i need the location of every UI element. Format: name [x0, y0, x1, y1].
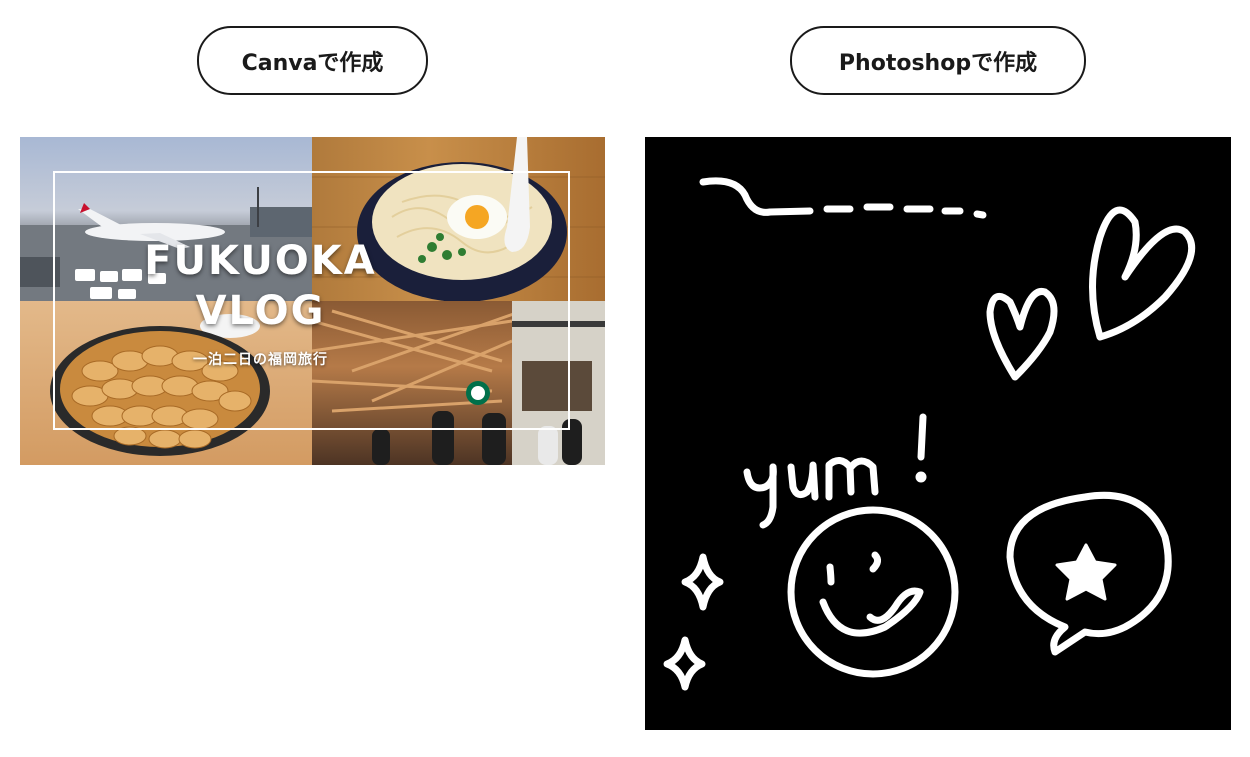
thumbnail-title-line1: FUKUOKA: [144, 238, 377, 284]
photoshop-label: Photoshopで作成: [790, 26, 1086, 95]
handwritten-yum: [743, 413, 927, 529]
heart-small-icon: [986, 287, 1058, 381]
heart-large-icon: [1089, 206, 1196, 341]
thumbnail-subtitle: 一泊二日の福岡旅行: [193, 352, 328, 368]
canva-thumbnail: FUKUOKA VLOG 一泊二日の福岡旅行: [20, 137, 605, 465]
star-speech-bubble-icon: [1006, 491, 1172, 656]
sparkles-icon: [663, 553, 724, 691]
canva-label: Canvaで作成: [197, 26, 428, 95]
photoshop-doodle-board: [645, 137, 1231, 730]
smiley-face-icon: [787, 506, 959, 678]
dash-line-doodle: [699, 177, 987, 219]
thumbnail-title-line2: VLOG: [195, 288, 326, 334]
